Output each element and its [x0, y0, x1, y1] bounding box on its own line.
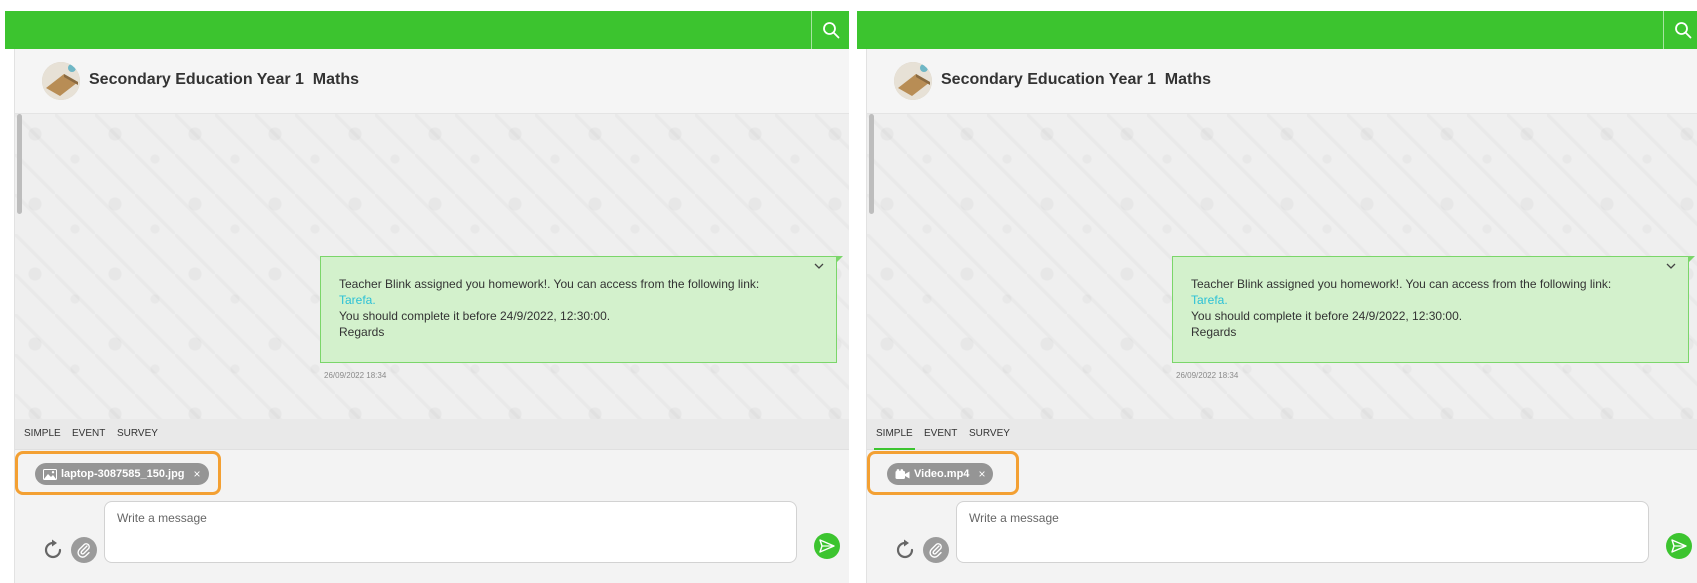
refresh-icon [44, 539, 62, 559]
top-bar [5, 11, 849, 49]
refresh-button[interactable] [40, 537, 66, 563]
attachment-name: Video.mp4 [914, 468, 970, 480]
tab-simple[interactable]: SIMPLE [874, 419, 915, 450]
chat-title: Secondary Education Year 1 Maths [941, 71, 1212, 88]
message-list[interactable]: Teacher Blink assigned you homework!. Yo… [15, 114, 849, 419]
message-input[interactable] [956, 501, 1649, 563]
message-line: Regards [1191, 325, 1237, 339]
attachment-chip[interactable]: Video.mp4 × [887, 463, 994, 485]
message-bubble: Teacher Blink assigned you homework!. Yo… [1172, 256, 1695, 363]
composer: SIMPLE EVENT SURVEY laptop-3087585_150.j… [15, 419, 849, 583]
attach-button[interactable] [71, 537, 97, 563]
message-bubble: Teacher Blink assigned you homework!. Yo… [320, 256, 843, 363]
attachment-name: laptop-3087585_150.jpg [61, 468, 185, 480]
message-timestamp: 26/09/2022 18:34 [324, 371, 387, 380]
homework-link[interactable]: Tarefa. [339, 293, 376, 307]
remove-attachment-button[interactable]: × [978, 467, 985, 481]
send-icon [819, 539, 835, 553]
paperclip-icon [77, 543, 90, 558]
search-button[interactable] [1663, 11, 1697, 49]
chat-area: Secondary Education Year 1 Maths Teacher… [14, 49, 849, 583]
tab-survey[interactable]: SURVEY [117, 419, 158, 449]
message-input[interactable] [104, 501, 797, 563]
message-line: Teacher Blink assigned you homework!. Yo… [339, 277, 760, 291]
tab-survey[interactable]: SURVEY [969, 419, 1010, 449]
refresh-icon [896, 539, 914, 559]
avatar[interactable] [42, 62, 80, 100]
search-icon [822, 22, 839, 39]
attachment-highlight: Video.mp4 × [867, 451, 1019, 495]
tab-event[interactable]: EVENT [924, 419, 957, 449]
scrollbar-thumb[interactable] [17, 114, 22, 214]
send-icon [1671, 539, 1687, 553]
scrollbar-thumb[interactable] [869, 114, 874, 214]
homework-link[interactable]: Tarefa. [1191, 293, 1228, 307]
tab-event[interactable]: EVENT [72, 419, 105, 449]
attach-button[interactable] [923, 537, 949, 563]
image-icon [43, 468, 57, 480]
message-line: Teacher Blink assigned you homework!. Yo… [1191, 277, 1612, 291]
message-type-tabs: SIMPLE EVENT SURVEY [867, 419, 1697, 450]
chat-panel-left: Secondary Education Year 1 Maths Teacher… [5, 11, 849, 583]
search-icon [1674, 22, 1691, 39]
search-button[interactable] [811, 11, 849, 49]
paperclip-icon [929, 543, 942, 558]
attachment-highlight: laptop-3087585_150.jpg × [15, 451, 221, 495]
chat-header: Secondary Education Year 1 Maths [867, 49, 1697, 114]
attachment-chip[interactable]: laptop-3087585_150.jpg × [35, 463, 209, 485]
top-bar [857, 11, 1697, 49]
composer: SIMPLE EVENT SURVEY Video.mp4 × [867, 419, 1697, 583]
chevron-down-icon[interactable] [1666, 262, 1676, 270]
message-timestamp: 26/09/2022 18:34 [1176, 371, 1239, 380]
tab-simple[interactable]: SIMPLE [24, 419, 61, 449]
send-button[interactable] [1666, 533, 1692, 559]
message-line: Regards [339, 325, 385, 339]
message-list[interactable]: Teacher Blink assigned you homework!. Yo… [867, 114, 1697, 419]
refresh-button[interactable] [892, 537, 918, 563]
send-button[interactable] [814, 533, 840, 559]
chat-title: Secondary Education Year 1 Maths [89, 71, 360, 88]
chat-header: Secondary Education Year 1 Maths [15, 49, 849, 114]
message-line: You should complete it before 24/9/2022,… [1191, 309, 1463, 323]
chevron-down-icon[interactable] [814, 262, 824, 270]
remove-attachment-button[interactable]: × [194, 467, 201, 481]
chat-area: Secondary Education Year 1 Maths Teacher… [866, 49, 1697, 583]
message-line: You should complete it before 24/9/2022,… [339, 309, 611, 323]
chat-panel-right: Secondary Education Year 1 Maths Teacher… [857, 11, 1697, 583]
message-type-tabs: SIMPLE EVENT SURVEY [15, 419, 849, 450]
avatar[interactable] [894, 62, 932, 100]
video-camera-icon [895, 468, 910, 479]
